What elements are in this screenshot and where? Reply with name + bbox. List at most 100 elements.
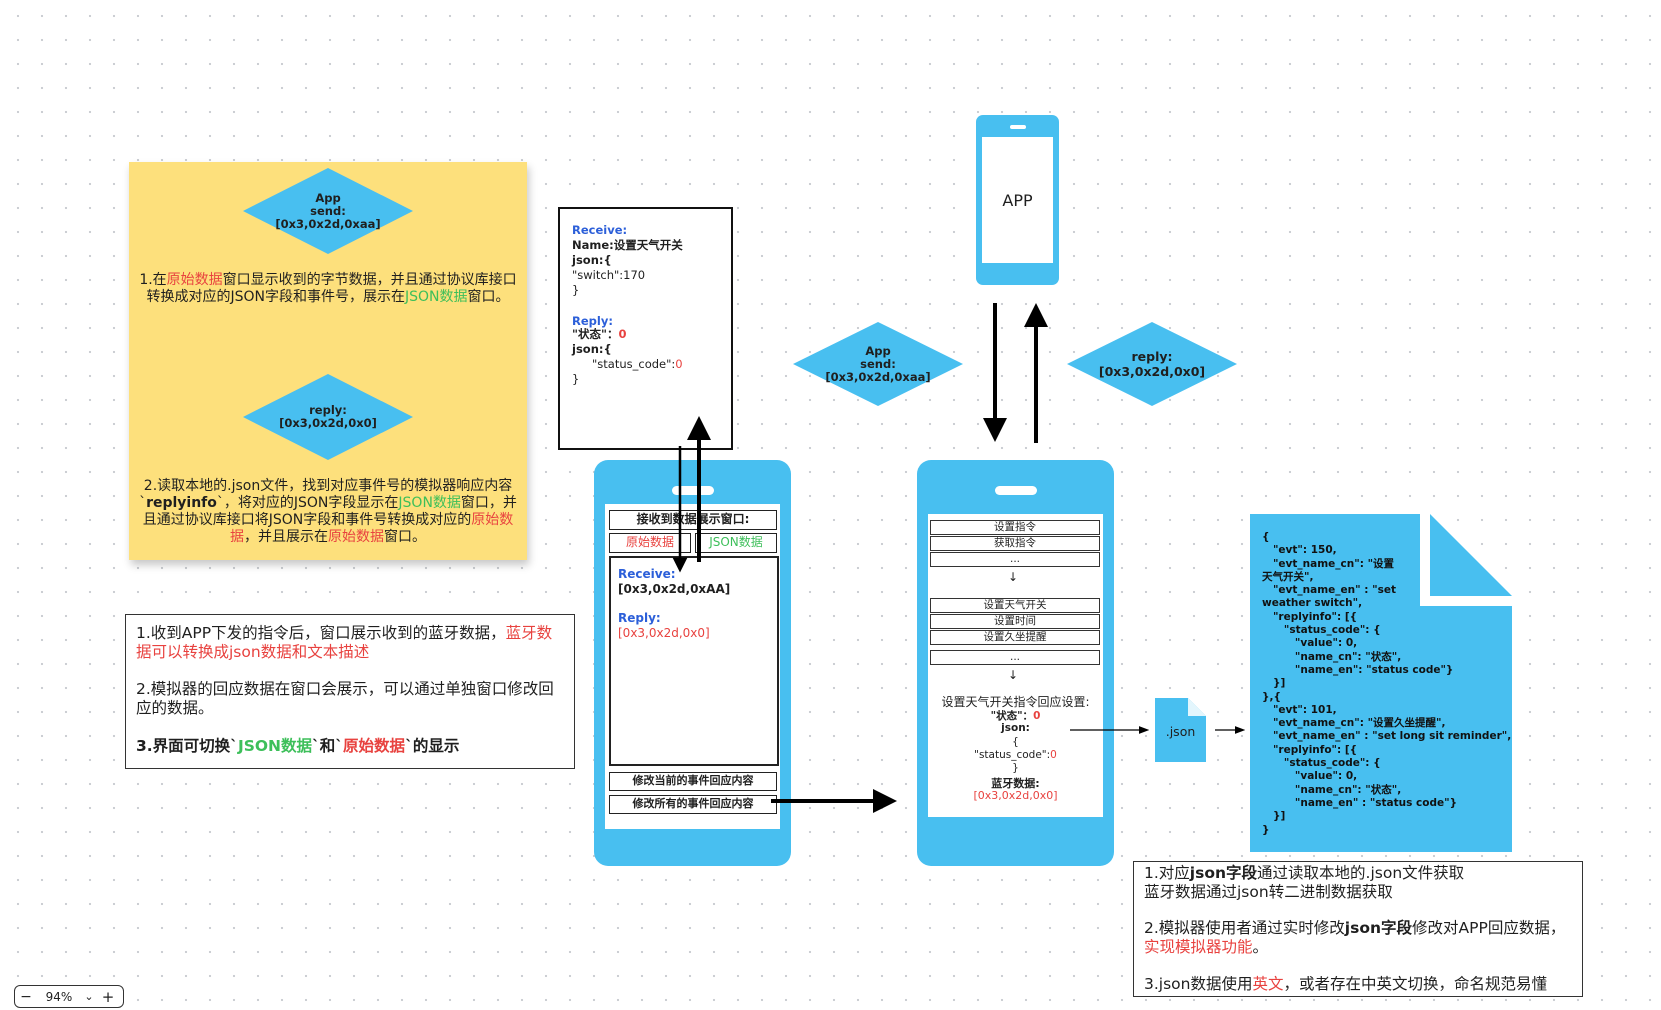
- chevron-down-icon[interactable]: ⌄: [81, 990, 97, 1003]
- diamond-text-line: [0x3,0x2d,0xaa]: [825, 369, 931, 384]
- text-bold: json字段: [1189, 864, 1258, 882]
- menu-item-more[interactable]: ...: [930, 650, 1100, 665]
- json-label: json:: [1001, 722, 1030, 734]
- diamond-text-line: send:: [860, 356, 896, 371]
- diamond-text-line: App: [865, 343, 891, 358]
- zoom-out-button[interactable]: −: [15, 989, 37, 1005]
- highlight-red: 实现模拟器功能: [1144, 938, 1253, 956]
- note-box-right[interactable]: 1.对应json字段通过读取本地的.json文件获取 蓝牙数据通过json转二进制…: [1133, 861, 1583, 997]
- reply-value: [0x3,0x2d,0x0]: [618, 626, 710, 640]
- diamond-text-line: send:: [310, 203, 346, 218]
- phone-screen: 设置指令 获取指令 ... ↓ 设置天气开关 设置时间 设置久坐提醒 ... ↓…: [928, 514, 1103, 817]
- phone-simulator-window: 接收到数据展示窗口: 原始数据 JSON数据 Receive: [0x3,0x2…: [594, 460, 791, 866]
- text: `和`: [312, 737, 344, 755]
- switch-line: "switch":170: [572, 268, 646, 282]
- json-open: json:{: [572, 253, 612, 267]
- receive-reply-box[interactable]: Receive: Name:设置天气开关 json:{ "switch":170…: [558, 207, 733, 450]
- diamond-reply: reply: [0x3,0x2d,0x0]: [1067, 322, 1237, 406]
- menu-item-more[interactable]: ...: [930, 552, 1100, 567]
- menu-item-weather-switch[interactable]: 设置天气开关: [930, 598, 1100, 613]
- zoom-in-button[interactable]: +: [97, 988, 119, 1006]
- receive-label: Receive:: [572, 223, 628, 237]
- app-phone: APP: [976, 115, 1059, 285]
- text: 1.在: [139, 272, 167, 288]
- json-document-content: { "evt": 150, "evt_name_cn": "设置 天气开关", …: [1262, 531, 1512, 836]
- receive-value: [0x3,0x2d,0xAA]: [618, 582, 731, 596]
- phone-reply-settings: 设置指令 获取指令 ... ↓ 设置天气开关 设置时间 设置久坐提醒 ... ↓…: [917, 460, 1114, 866]
- status-code-value: 0: [675, 357, 683, 371]
- json-file-label: .json: [1165, 724, 1196, 739]
- reply-label: Reply:: [618, 611, 661, 625]
- highlight-red: 原始数据: [343, 737, 406, 755]
- status-code-line: "status_code":0: [928, 749, 1103, 761]
- status-value: 0: [1033, 710, 1041, 722]
- text: 通过读取本地的.json文件获取: [1257, 864, 1465, 882]
- text: `的显示: [405, 737, 460, 755]
- edit-current-event-button[interactable]: 修改当前的事件回应内容: [609, 772, 777, 791]
- status-label: "状态"：: [572, 327, 619, 341]
- text: 。: [1252, 938, 1269, 956]
- status-code-label: "status_code":: [592, 357, 676, 371]
- highlight-green: JSON数据: [398, 495, 461, 511]
- menu-item-set-command[interactable]: 设置指令: [930, 520, 1100, 535]
- text: ，并且展示在: [244, 529, 328, 545]
- diamond-app-send: App send: [0x3,0x2d,0xaa]: [243, 168, 413, 254]
- text: 3.json数据使用: [1144, 975, 1253, 993]
- receive-label: Receive:: [618, 567, 676, 581]
- menu-item-get-command[interactable]: 获取指令: [930, 536, 1100, 551]
- note-paragraph: 3.json数据使用英文，或者存在中英文切换，命名规范易懂: [1144, 975, 1576, 994]
- tab-json-data[interactable]: JSON数据: [695, 533, 777, 553]
- highlight-red: 原始数据: [166, 272, 223, 288]
- highlight-green: JSON数据: [405, 289, 468, 305]
- text: 窗口。: [467, 289, 510, 305]
- sticky-paragraph-1: 1.在原始数据窗口显示收到的字节数据，并且通过协议库接口转换成对应的JSON字段…: [135, 272, 521, 306]
- brace-close: }: [1012, 762, 1019, 774]
- window-title: 接收到数据展示窗口:: [609, 510, 777, 530]
- zoom-level[interactable]: 94%: [37, 990, 81, 1004]
- diamond-app-send: App send: [0x3,0x2d,0xaa]: [793, 322, 963, 406]
- speaker: [995, 486, 1037, 495]
- text: 修改对APP回应数据，: [1412, 919, 1566, 937]
- diamond-text-line: [0x3,0x2d,0xaa]: [275, 216, 381, 231]
- app-phone-screen: APP: [982, 137, 1053, 263]
- note-paragraph: 1.对应json字段通过读取本地的.json文件获取 蓝牙数据通过json转二进制…: [1144, 864, 1576, 902]
- text: 1.对应: [1144, 864, 1190, 882]
- status-code-value: 0: [1050, 749, 1057, 761]
- brace-close: }: [572, 372, 580, 386]
- text: 窗口。: [384, 529, 426, 545]
- sticky-paragraph-2: 2.读取本地的.json文件，找到对应事件号的模拟器响应内容`replyinfo…: [135, 478, 521, 546]
- diamond-text-line: reply:: [1131, 349, 1173, 364]
- status-code-line: "status_code":0: [592, 357, 683, 372]
- status-line: "状态"：0: [928, 708, 1103, 723]
- down-arrow-icon: ↓: [1008, 570, 1019, 584]
- text: 蓝牙数据通过json转二进制数据获取: [1144, 883, 1393, 901]
- zoom-control: − 94% ⌄ +: [14, 985, 124, 1008]
- diamond-reply: reply: [0x3,0x2d,0x0]: [243, 374, 413, 460]
- text: ，或者存在中英文切换，命名规范易懂: [1283, 975, 1548, 993]
- highlight-red: 原始数据: [328, 529, 384, 545]
- note-paragraph: 1.收到APP下发的指令后，窗口展示收到的蓝牙数据，蓝牙数据可以转换成json数…: [136, 624, 564, 662]
- down-arrow-icon: ↓: [1008, 668, 1019, 682]
- highlight-green: JSON数据: [237, 737, 313, 755]
- brace-open: {: [1012, 736, 1019, 748]
- brace-close: }: [572, 283, 580, 297]
- note-paragraph: 2.模拟器使用者通过实时修改json字段修改对APP回应数据， 实现模拟器功能。: [1144, 919, 1576, 957]
- diamond-text-line: [0x3,0x2d,0x0]: [279, 416, 377, 430]
- text-bold: json字段: [1344, 919, 1413, 937]
- status-code-label: "status_code":: [974, 749, 1051, 761]
- name-line: Name:设置天气开关: [572, 238, 683, 252]
- note-box-left[interactable]: 1.收到APP下发的指令后，窗口展示收到的蓝牙数据，蓝牙数据可以转换成json数…: [125, 614, 575, 769]
- text: `，将对应的JSON字段显示在: [216, 495, 399, 511]
- tab-raw-data[interactable]: 原始数据: [609, 533, 691, 553]
- data-display-panel: Receive: [0x3,0x2d,0xAA] Reply: [0x3,0x2…: [609, 556, 779, 766]
- diamond-text-line: App: [315, 190, 341, 205]
- json-file-icon: .json: [1155, 698, 1206, 762]
- menu-item-sit-reminder[interactable]: 设置久坐提醒: [930, 630, 1100, 645]
- diamond-text-line: [0x3,0x2d,0x0]: [1098, 364, 1206, 379]
- sticky-note[interactable]: App send: [0x3,0x2d,0xaa] 1.在原始数据窗口显示收到的…: [129, 162, 527, 560]
- speaker: [672, 486, 714, 495]
- edit-all-events-button[interactable]: 修改所有的事件回应内容: [609, 795, 777, 814]
- bt-data-value: [0x3,0x2d,0x0]: [973, 789, 1058, 802]
- app-label: APP: [1002, 190, 1033, 210]
- menu-item-set-time[interactable]: 设置时间: [930, 614, 1100, 629]
